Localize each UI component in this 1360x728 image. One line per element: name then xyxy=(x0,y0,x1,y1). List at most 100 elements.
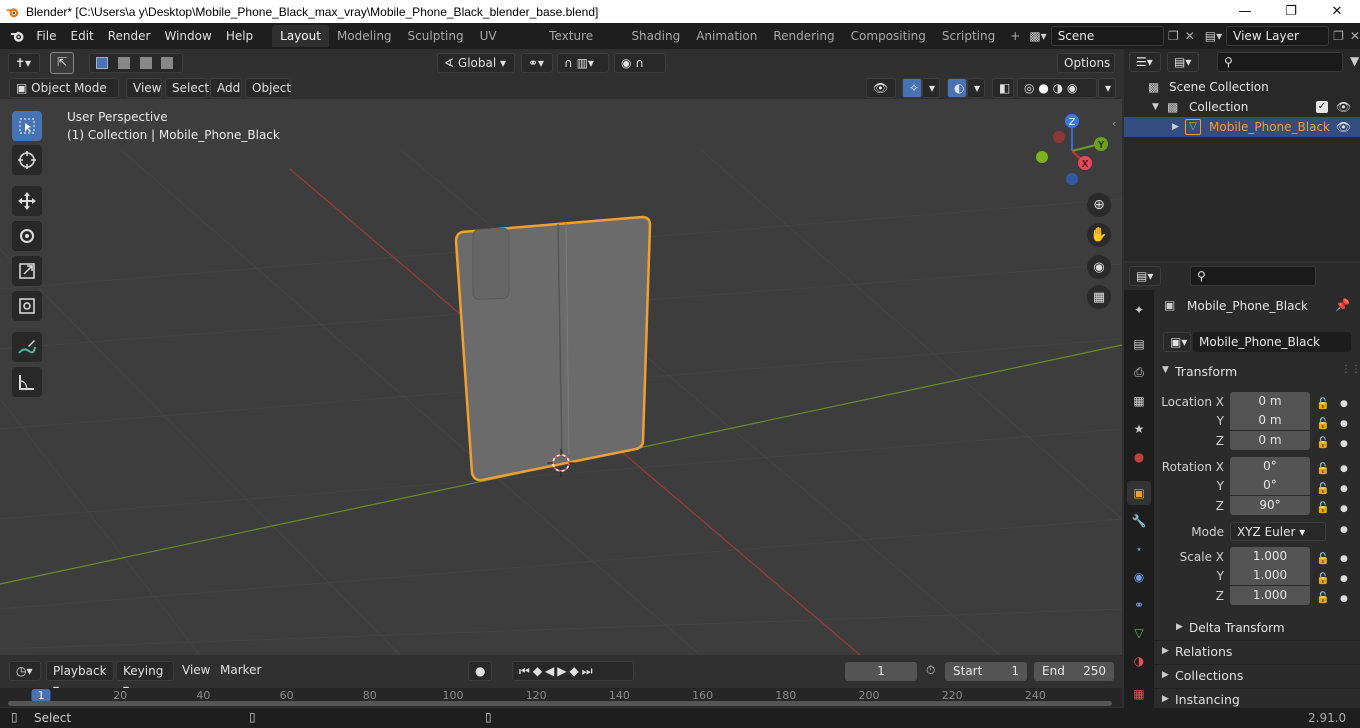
snap-icon[interactable]: ∩ ▥▾ xyxy=(557,53,609,73)
constraints-tab-icon[interactable]: ⚭ xyxy=(1127,593,1151,617)
view-layer-copy-icon[interactable]: ❐ xyxy=(1333,29,1344,43)
object-tab-icon[interactable]: ▣ xyxy=(1127,481,1151,505)
blender-menu-icon[interactable] xyxy=(10,27,25,45)
render-tab-icon[interactable]: ▤ xyxy=(1127,332,1151,356)
world-tab-icon[interactable]: ● xyxy=(1127,445,1151,469)
gizmo-neg-z-icon[interactable] xyxy=(1066,173,1078,185)
tab-layout[interactable]: Layout xyxy=(272,25,329,47)
modifier-tab-icon[interactable]: 🔧 xyxy=(1127,509,1151,533)
xray-toggle-icon[interactable]: ◧ xyxy=(992,78,1014,98)
select-box-tool-icon[interactable]: ⇱ xyxy=(50,52,74,74)
material-shading-icon[interactable]: ◑ xyxy=(1053,81,1063,95)
scene-name-field[interactable]: Scene xyxy=(1050,26,1164,46)
particles-tab-icon[interactable]: ⋆ xyxy=(1127,537,1151,561)
next-keyframe-icon[interactable]: ◆ xyxy=(570,664,582,678)
options-dropdown[interactable]: Options ▾ xyxy=(1057,53,1115,88)
view-layer-field[interactable]: View Layer xyxy=(1226,26,1330,46)
properties-editor-type-icon[interactable]: ▤▾ xyxy=(1129,266,1161,286)
location-y-field[interactable]: 0 m xyxy=(1230,411,1310,430)
jump-start-icon[interactable]: ⏮ xyxy=(519,664,533,678)
camera-view-icon[interactable]: ◉ xyxy=(1087,255,1111,279)
output-tab-icon[interactable]: ⎙ xyxy=(1127,360,1151,384)
collapse-arrow-icon[interactable]: ▼ xyxy=(1152,97,1159,117)
stopwatch-icon[interactable]: ⏱ xyxy=(926,663,935,678)
tab-texture-paint[interactable]: Texture Paint xyxy=(541,25,623,65)
overlay-toggle-icon[interactable]: ◐ xyxy=(947,78,967,98)
select-box-tool[interactable] xyxy=(12,111,42,141)
jump-end-icon[interactable]: ⏭ xyxy=(582,664,596,678)
tab-rendering[interactable]: Rendering xyxy=(765,25,842,47)
relations-header[interactable]: Relations xyxy=(1175,644,1232,659)
collections-expand-icon[interactable]: ▶ xyxy=(1162,670,1169,680)
instancing-expand-icon[interactable]: ▶ xyxy=(1162,694,1169,704)
pan-hand-icon[interactable]: ✋ xyxy=(1087,223,1111,247)
tab-shading[interactable]: Shading xyxy=(623,25,688,47)
drag-handle-icon[interactable]: ⋮⋮ xyxy=(1341,364,1360,375)
sidebar-toggle-icon[interactable]: ‹ xyxy=(1112,117,1116,130)
tab-compositing[interactable]: Compositing xyxy=(843,25,934,47)
end-frame-field[interactable]: End 250 xyxy=(1034,662,1114,681)
add-menu[interactable]: Add xyxy=(210,78,242,98)
current-frame-field[interactable]: 1 xyxy=(845,662,917,681)
outliner-collection[interactable]: ▼ ▩ Collection ✓ 👁 xyxy=(1124,97,1360,117)
outliner-search-input[interactable]: ⚲ xyxy=(1217,52,1343,72)
tab-sculpting[interactable]: Sculpting xyxy=(400,25,472,47)
keyframe-dots[interactable]: ● ● ● xyxy=(1340,394,1348,454)
tab-scripting[interactable]: Scripting xyxy=(934,25,1003,47)
scale-tool[interactable] xyxy=(12,256,42,286)
rotation-keyframe-dots[interactable]: ● ● ● xyxy=(1340,459,1348,519)
move-tool[interactable] xyxy=(12,186,42,216)
menu-file[interactable]: File xyxy=(29,25,63,47)
collections-header[interactable]: Collections xyxy=(1175,668,1243,683)
view-layer-remove-icon[interactable]: ✕ xyxy=(1350,29,1360,43)
properties-search-input[interactable]: ⚲ xyxy=(1190,266,1316,286)
editor-type-icon[interactable]: ✝▾ xyxy=(8,53,40,73)
minimize-icon[interactable]: — xyxy=(1222,0,1268,23)
delta-transform-header[interactable]: Delta Transform xyxy=(1189,621,1285,635)
outliner-display-mode-icon[interactable]: ▤▾ xyxy=(1167,52,1199,72)
shading-modes[interactable]: ◎ ● ◑ ◉ xyxy=(1017,78,1097,98)
rotation-x-field[interactable]: 0° xyxy=(1230,457,1310,476)
rotation-mode-dropdown[interactable]: XYZ Euler ▾ xyxy=(1230,522,1326,541)
marker-menu[interactable]: Marker xyxy=(214,661,264,681)
object-menu[interactable]: Object xyxy=(245,78,291,98)
menu-render[interactable]: Render xyxy=(101,25,158,47)
rotate-tool[interactable] xyxy=(12,221,42,251)
menu-window[interactable]: Window xyxy=(157,25,218,47)
lock-icons[interactable]: 🔓 🔓 🔓 xyxy=(1316,394,1330,453)
menu-edit[interactable]: Edit xyxy=(64,25,101,47)
mode-dropdown[interactable]: ▣ Object Mode ▾ xyxy=(9,78,119,113)
collection-visibility-icon[interactable]: 👁 xyxy=(1336,97,1351,117)
collection-checkbox[interactable]: ✓ xyxy=(1316,101,1328,113)
visibility-icon[interactable]: 👁▾ xyxy=(866,78,896,113)
view-menu[interactable]: View xyxy=(126,78,162,98)
timeline-editor-type-icon[interactable]: ◷▾ xyxy=(9,661,41,681)
outliner-object-row[interactable]: ▶ ▽ Mobile_Phone_Black 👁 xyxy=(1124,117,1360,137)
tab-uv-editing[interactable]: UV Editing xyxy=(472,25,542,65)
keying-menu[interactable]: Keying ▾ xyxy=(116,661,174,696)
scene-copy-icon[interactable]: ❐ xyxy=(1168,29,1179,43)
ortho-grid-icon[interactable]: ▦ xyxy=(1087,285,1111,309)
close-icon[interactable]: ✕ xyxy=(1314,0,1360,23)
rendered-shading-icon[interactable]: ◉ xyxy=(1067,81,1077,95)
timeline-view-menu[interactable]: View xyxy=(176,661,212,681)
shading-dropdown-icon[interactable]: ▾ xyxy=(1098,78,1116,98)
scale-x-field[interactable]: 1.000 xyxy=(1230,547,1310,566)
object-browse-icon[interactable]: ▣▾ xyxy=(1163,332,1191,352)
menu-help[interactable]: Help xyxy=(219,25,260,47)
outliner-editor-type-icon[interactable]: ☰▾ xyxy=(1129,52,1161,72)
rotation-y-field[interactable]: 0° xyxy=(1230,476,1310,495)
gizmo-dropdown-icon[interactable]: ▾ xyxy=(922,78,940,98)
scale-keyframe-dots[interactable]: ● ● ● xyxy=(1340,549,1348,609)
pin-icon[interactable]: 📌 xyxy=(1335,298,1350,312)
pivot-point-icon[interactable]: ⚭▾ xyxy=(521,53,553,73)
scale-y-field[interactable]: 1.000 xyxy=(1230,566,1310,585)
tool-tab-icon[interactable]: ✦ xyxy=(1127,298,1151,322)
expand-arrow-icon[interactable]: ▶ xyxy=(1172,117,1179,137)
transform-orientation-dropdown[interactable]: ∢ Global ▾ xyxy=(437,53,515,73)
scene-tab-icon[interactable]: ★ xyxy=(1127,417,1151,441)
prev-keyframe-icon[interactable]: ◆ xyxy=(533,664,545,678)
scene-icon[interactable]: ▩▾ xyxy=(1029,29,1046,43)
scene-remove-icon[interactable]: ✕ xyxy=(1185,29,1195,43)
delta-expand-icon[interactable]: ▶ xyxy=(1176,622,1183,632)
